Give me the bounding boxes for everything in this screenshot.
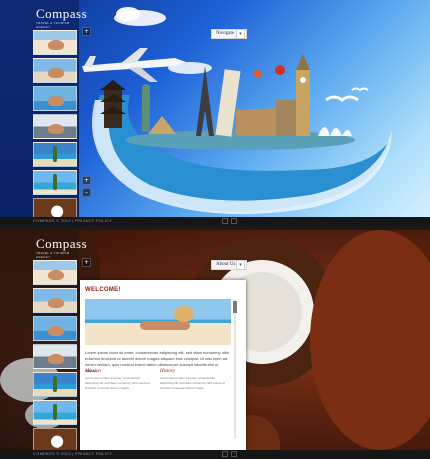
content-panel: WELCOME! Lorem ipsum dolor sit amet, con… xyxy=(80,280,246,450)
eiffel-tower xyxy=(196,66,214,136)
site-logo[interactable]: Compass xyxy=(36,236,87,252)
mission-heading: Mission xyxy=(85,369,101,374)
coconut-half xyxy=(310,230,430,450)
sidebar-expand-button[interactable]: + xyxy=(82,27,91,36)
panel-title: WELCOME! xyxy=(85,287,121,293)
colosseum xyxy=(236,108,280,136)
pyramid xyxy=(148,116,176,134)
tower-building xyxy=(276,100,296,136)
footer-copyright[interactable]: COMPASS © 2012 | PRIVACY POLICY xyxy=(33,451,112,456)
thumbnail-tropical-island[interactable] xyxy=(33,170,77,195)
panel-image-beach-woman xyxy=(85,299,231,345)
bird xyxy=(325,95,359,102)
sydney-opera-house xyxy=(318,127,352,136)
thumbnail-strip xyxy=(33,260,77,456)
statue-of-liberty xyxy=(142,90,150,132)
footer-copyright[interactable]: COMPASS © 2012 | PRIVACY POLICY xyxy=(33,218,112,223)
history-text: Lorem ipsum dolor sit amet, consectetuer… xyxy=(160,376,225,390)
panel-scrollbar-track[interactable] xyxy=(234,299,236,439)
zoom-out-button[interactable]: – xyxy=(82,188,91,197)
footer: COMPASS © 2012 | PRIVACY POLICY xyxy=(0,217,430,226)
site-logo[interactable]: Compass xyxy=(36,6,87,22)
thumbnail-couple-beach[interactable] xyxy=(33,288,77,313)
thumbnail-strip xyxy=(33,30,77,226)
thumbnail-woman-pool[interactable] xyxy=(33,86,77,111)
sidebar: Compass TRAVEL & TOURISM AGENCY xyxy=(0,230,87,453)
thumbnail-palm-beach[interactable] xyxy=(33,372,77,397)
chevron-down-icon[interactable]: ▾ xyxy=(236,29,245,39)
site-tagline: TRAVEL & TOURISM AGENCY xyxy=(36,21,70,29)
navigate-select-value: Navigate xyxy=(216,31,235,36)
slider-prev-icon[interactable] xyxy=(222,218,228,224)
thumbnail-palm-beach[interactable] xyxy=(33,142,77,167)
about-us-screen: Compass TRAVEL & TOURISM AGENCY + + – Ab… xyxy=(0,230,430,459)
panel-intro-text: Lorem ipsum dolor sit amet, consectetuer… xyxy=(85,350,230,373)
slider-next-icon[interactable] xyxy=(231,218,237,224)
sidebar: Compass TRAVEL & TOURISM AGENCY xyxy=(0,0,87,223)
slider-prev-icon[interactable] xyxy=(222,451,228,457)
thumbnail-couple-beach[interactable] xyxy=(33,58,77,83)
chevron-down-icon[interactable]: ▾ xyxy=(236,260,245,270)
navigate-select-value: About Us xyxy=(216,262,236,267)
thumbnail-tropical-island[interactable] xyxy=(33,400,77,425)
site-tagline: TRAVEL & TOURISM AGENCY xyxy=(36,251,70,259)
balloon xyxy=(254,70,262,78)
slider-next-icon[interactable] xyxy=(231,451,237,457)
thumbnail-spa-stones[interactable] xyxy=(33,114,77,139)
thumbnail-beach-woman[interactable] xyxy=(33,30,77,55)
footer: COMPASS © 2012 | PRIVACY POLICY xyxy=(0,450,430,459)
balloon xyxy=(275,65,285,75)
cloud xyxy=(116,7,140,21)
thumbnail-beach-woman[interactable] xyxy=(33,260,77,285)
history-heading: History xyxy=(160,369,175,374)
panel-scrollbar-thumb[interactable] xyxy=(233,301,237,313)
thumbnail-spa-stones[interactable] xyxy=(33,344,77,369)
zoom-in-button[interactable]: + xyxy=(82,176,91,185)
sidebar-expand-button[interactable]: + xyxy=(82,258,91,267)
mission-text: Lorem ipsum dolor sit amet, consectetuer… xyxy=(85,376,150,390)
airplane-icon xyxy=(82,48,186,82)
thumbnail-woman-pool[interactable] xyxy=(33,316,77,341)
bird xyxy=(351,87,369,92)
homepage-screen: Compass TRAVEL & TOURISM AGENCY + + – Na… xyxy=(0,0,430,226)
